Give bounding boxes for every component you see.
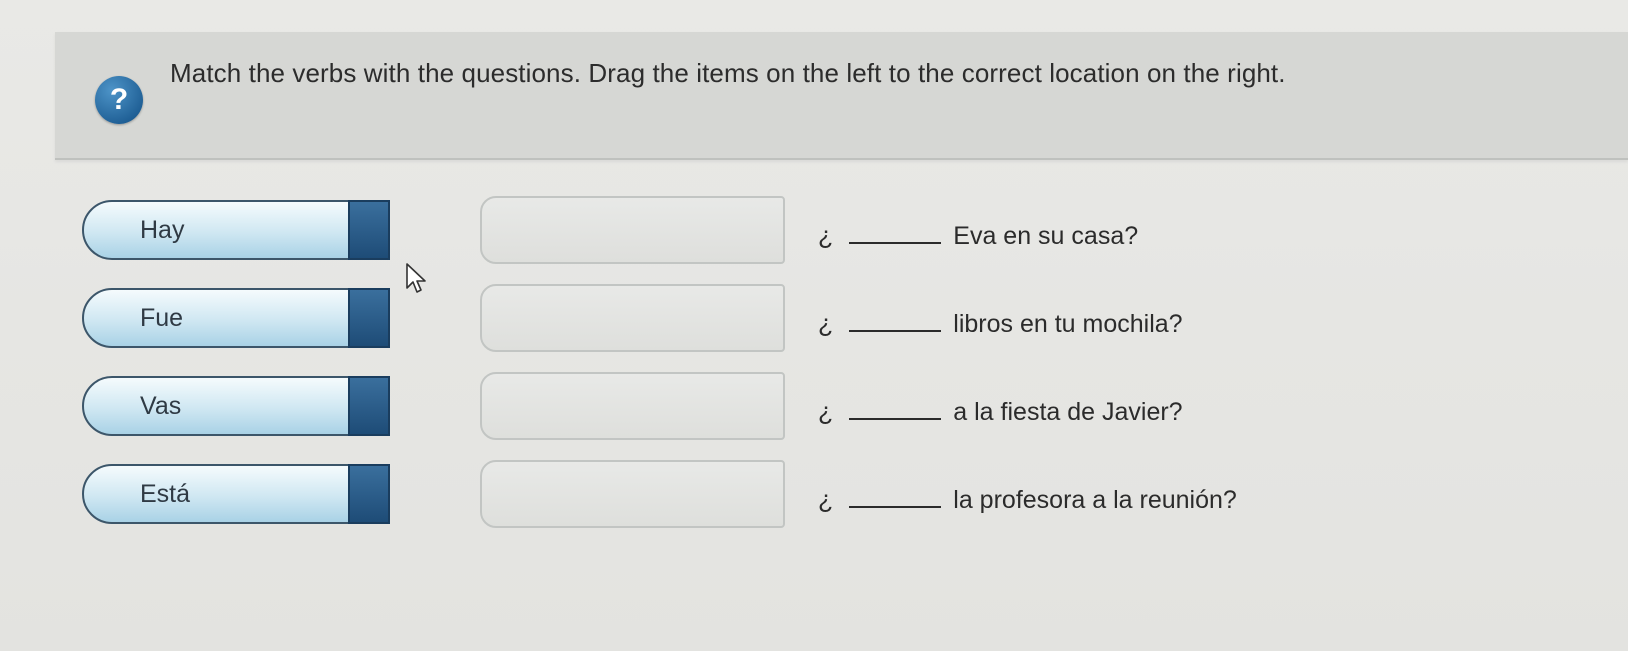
help-question-icon[interactable]: ?	[95, 76, 143, 124]
mouse-pointer-icon	[406, 263, 426, 293]
question-text: a la fiesta de Javier?	[953, 398, 1183, 426]
question-text: Eva en su casa?	[953, 222, 1139, 250]
question-1: ¿ Eva en su casa?	[818, 222, 1138, 251]
answer-blank	[849, 490, 942, 508]
answer-blank	[849, 314, 942, 332]
answer-blank	[849, 402, 942, 420]
question-2: ¿ libros en tu mochila?	[818, 310, 1183, 339]
question-prefix: ¿	[818, 398, 834, 426]
answer-blank	[849, 226, 942, 244]
instruction-text: Match the verbs with the questions. Drag…	[170, 58, 1286, 88]
drag-item-fue[interactable]: Fue	[82, 288, 390, 348]
question-text: la profesora a la reunión?	[953, 486, 1237, 514]
drag-handle[interactable]	[348, 464, 390, 524]
question-text: libros en tu mochila?	[953, 310, 1183, 338]
question-prefix: ¿	[818, 222, 834, 250]
drop-zone-2[interactable]	[480, 284, 785, 352]
instruction-bar	[55, 32, 1628, 160]
drag-handle[interactable]	[348, 376, 390, 436]
drag-item-hay[interactable]: Hay	[82, 200, 390, 260]
drag-item-label: Hay	[140, 216, 185, 244]
drag-handle[interactable]	[348, 288, 390, 348]
drop-zone-1[interactable]	[480, 196, 785, 264]
drag-item-vas[interactable]: Vas	[82, 376, 390, 436]
drag-handle[interactable]	[348, 200, 390, 260]
question-prefix: ¿	[818, 486, 834, 514]
question-4: ¿ la profesora a la reunión?	[818, 486, 1237, 515]
question-prefix: ¿	[818, 310, 834, 338]
drag-item-label: Fue	[140, 304, 184, 332]
drag-item-label: Vas	[140, 392, 182, 420]
question-3: ¿ a la fiesta de Javier?	[818, 398, 1183, 427]
drag-item-esta[interactable]: Está	[82, 464, 390, 524]
activity-page: ? Match the verbs with the questions. Dr…	[0, 0, 1628, 651]
drop-zone-4[interactable]	[480, 460, 785, 528]
drag-item-label: Está	[140, 480, 191, 508]
drop-zone-3[interactable]	[480, 372, 785, 440]
